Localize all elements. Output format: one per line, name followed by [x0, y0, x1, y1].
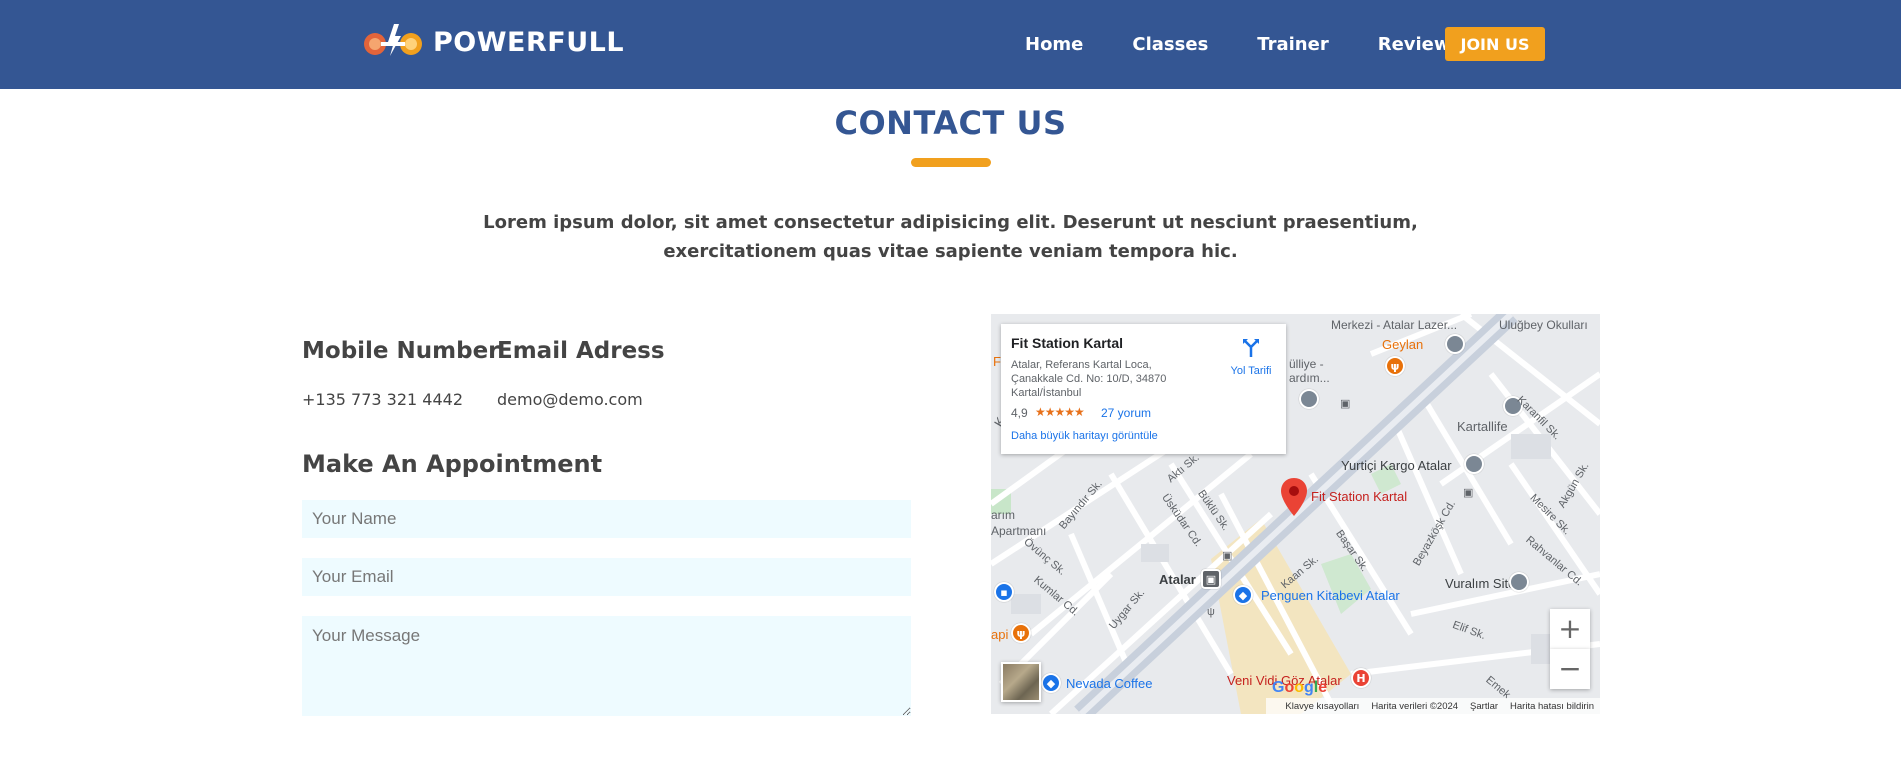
directions-button[interactable]: Yol Tarifi — [1221, 338, 1281, 377]
school-poi-icon[interactable] — [1445, 334, 1465, 354]
nav-trainer[interactable]: Trainer — [1257, 34, 1328, 55]
restaurant-small-icon: ψ — [1207, 606, 1215, 618]
restaurant-poi-2-icon[interactable]: ψ — [1011, 623, 1031, 643]
nav-home[interactable]: Home — [1025, 34, 1083, 55]
map-label-nevada: Nevada Coffee — [1066, 676, 1153, 691]
place-name: Fit Station Kartal — [1011, 335, 1124, 351]
map-label-fit-station: Fit Station Kartal — [1311, 489, 1408, 504]
place-info-card: Fit Station Kartal Atalar, Referans Kart… — [1001, 324, 1286, 454]
nav-review[interactable]: Review — [1378, 34, 1451, 55]
map-label-api: api — [991, 627, 1009, 642]
navbar: POWERFULL Home Classes Trainer Review JO… — [0, 0, 1901, 89]
location-pin-icon[interactable] — [1281, 478, 1307, 516]
brand-logo[interactable]: POWERFULL — [361, 22, 624, 62]
rating-stars-icon: ★★★★★ — [1035, 405, 1085, 419]
restaurant-poi-icon[interactable]: ψ — [1385, 356, 1405, 376]
directions-icon — [1243, 339, 1259, 357]
train-station-icon[interactable]: ▣ — [1201, 569, 1221, 589]
map-data-text: Harita verileri ©2024 — [1371, 700, 1459, 712]
map-label-ulugbey: Uluğbey Okulları — [1499, 318, 1588, 332]
section-title: CONTACT US — [834, 104, 1067, 142]
map-label-mulliye: ülliye - — [1289, 357, 1324, 371]
barbell-lightning-logo-icon — [364, 24, 422, 56]
bus-stop-3-icon: ▣ — [1222, 550, 1233, 562]
zoom-in-button[interactable]: + — [1550, 609, 1590, 649]
mobile-heading: Mobile Number — [302, 338, 500, 364]
nav-classes[interactable]: Classes — [1132, 34, 1208, 55]
terms-link[interactable]: Şartlar — [1470, 701, 1498, 712]
email-heading: Email Adress — [497, 338, 665, 364]
email-input[interactable] — [302, 558, 911, 596]
map-label-yurtici: Yurtiçi Kargo Atalar — [1341, 458, 1452, 473]
cart-poi-icon[interactable]: ▪ — [994, 582, 1014, 602]
map-label-f: F — [993, 354, 1001, 369]
bus-stop-icon: ▣ — [1340, 398, 1351, 410]
keyboard-shortcuts-link[interactable]: Klavye kısayolları — [1285, 701, 1359, 712]
larger-map-link[interactable]: Daha büyük haritayı görüntüle — [1011, 430, 1158, 442]
satellite-toggle-button[interactable] — [1001, 662, 1041, 702]
hospital-poi-icon[interactable]: H — [1351, 668, 1371, 688]
name-input[interactable] — [302, 500, 911, 538]
place-address: Atalar, Referans Kartal Loca, Çanakkale … — [1011, 359, 1167, 399]
shop-poi-icon[interactable]: ◆ — [1233, 585, 1253, 605]
main-nav: Home Classes Trainer Review — [1025, 0, 1500, 89]
map-embed[interactable]: Merkezi - Atalar Lazer... Uluğbey Okulla… — [991, 314, 1600, 714]
school-poi-2-icon[interactable] — [1299, 389, 1319, 409]
brand-name: POWERFULL — [433, 26, 625, 58]
message-textarea[interactable] — [302, 616, 911, 716]
appointment-heading: Make An Appointment — [302, 450, 603, 478]
directions-label: Yol Tarifi — [1230, 365, 1272, 377]
yurtici-poi-icon[interactable] — [1464, 454, 1484, 474]
place-rating: 4,9 — [1011, 406, 1028, 420]
map-label-merkezi: Merkezi - Atalar Lazer... — [1331, 318, 1458, 332]
coffee-poi-icon[interactable]: ◆ — [1041, 673, 1061, 693]
join-us-button[interactable]: JOIN US — [1445, 27, 1545, 61]
reviews-link[interactable]: 27 yorum — [1101, 406, 1151, 420]
map-label-penguen: Penguen Kitabevi Atalar — [1261, 588, 1400, 603]
google-logo: Google — [1272, 679, 1328, 696]
report-error-link[interactable]: Harita hatası bildirin — [1510, 701, 1594, 712]
bus-stop-2-icon: ▣ — [1463, 487, 1474, 499]
section-lead: Lorem ipsum dolor, sit amet consectetur … — [483, 212, 1418, 262]
map-label-geylan: Geylan — [1382, 337, 1424, 352]
map-label-kartallife: Kartallife — [1457, 419, 1508, 434]
mobile-value: +135 773 321 4442 — [302, 390, 463, 409]
map-label-apartmani: Apartmanı — [991, 524, 1047, 538]
title-underline — [911, 158, 991, 167]
vuralim-poi-icon[interactable] — [1509, 572, 1529, 592]
map-label-yardim: ardım... — [1289, 371, 1330, 385]
email-value: demo@demo.com — [497, 390, 643, 409]
map-label-atalar: Atalar — [1159, 572, 1196, 587]
zoom-out-button[interactable]: − — [1550, 649, 1590, 689]
map-label-arim: arım — [991, 508, 1015, 522]
map-attribution: Klavye kısayolları Harita verileri ©2024… — [991, 698, 1600, 714]
